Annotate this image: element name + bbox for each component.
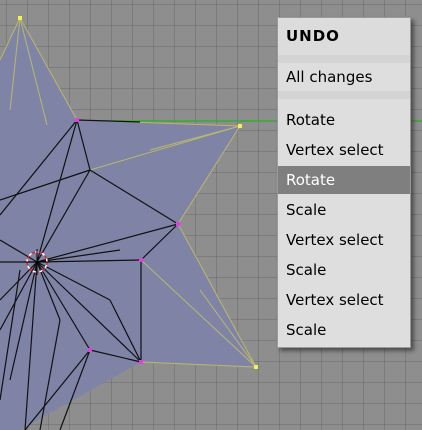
menu-item-all-changes[interactable]: All changes	[278, 63, 410, 91]
menu-item-undo-step[interactable]: Rotate	[278, 106, 410, 134]
mesh-face	[0, 18, 256, 430]
menu-separator	[278, 91, 410, 99]
menu-item-undo-step[interactable]: Scale	[278, 316, 410, 344]
menu-item-undo-step[interactable]: Vertex select	[278, 286, 410, 314]
menu-separator	[278, 55, 410, 63]
3d-viewport[interactable]: UNDO All changes Rotate Vertex select Ro…	[0, 0, 422, 430]
menu-item-undo-step[interactable]: Vertex select	[278, 136, 410, 164]
menu-item-undo-step[interactable]: Scale	[278, 196, 410, 224]
menu-item-undo-step-highlighted[interactable]: Rotate	[278, 166, 410, 194]
undo-menu-title: UNDO	[278, 18, 410, 55]
menu-item-undo-step[interactable]: Vertex select	[278, 226, 410, 254]
undo-menu: UNDO All changes Rotate Vertex select Ro…	[277, 17, 411, 348]
menu-item-undo-step[interactable]: Scale	[278, 256, 410, 284]
